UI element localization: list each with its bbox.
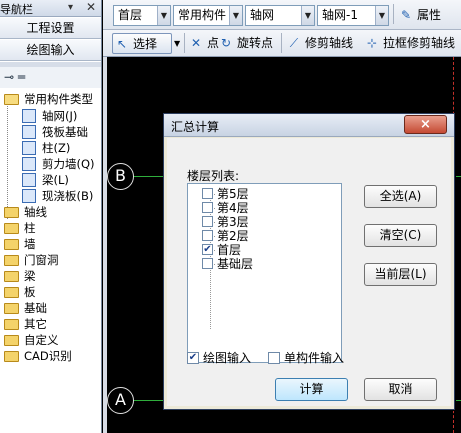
drawing-input-checkbox[interactable]: ✔ 绘图输入 bbox=[187, 351, 267, 366]
chevron-down-icon[interactable]: ▼ bbox=[301, 6, 314, 25]
nav-title-bar: 导航栏 ▾ ✕ bbox=[0, 0, 101, 17]
tree-view-icon[interactable]: ⊸ ═ bbox=[4, 70, 25, 84]
point-icon: ✕ bbox=[190, 36, 202, 50]
floor-checkbox[interactable] bbox=[202, 230, 213, 241]
slab-icon bbox=[22, 189, 36, 203]
edit-toolbar: ↖ 选择 ▼ ✕ 点 ↻ 旋转点 ⟋ 修剪轴线 ⊹ 拉框修剪轴线 bbox=[103, 30, 461, 57]
select-all-button[interactable]: 全选(A) bbox=[364, 185, 437, 208]
folder-icon bbox=[4, 319, 19, 330]
tree-folder-axis[interactable]: 轴线 bbox=[2, 204, 101, 220]
chevron-down-icon[interactable]: ▼ bbox=[174, 33, 180, 54]
component-select[interactable]: 轴网 ▼ bbox=[245, 5, 315, 26]
tree-item-grid[interactable]: 轴网(J) bbox=[22, 108, 101, 124]
current-floor-button[interactable]: 当前层(L) bbox=[364, 263, 437, 286]
dialog-body: 楼层列表: 第5层 第4层 第3层 第2层 ✔ 首层 基础层 全选(A) 清空(… bbox=[167, 138, 451, 406]
folder-icon bbox=[4, 223, 19, 234]
folder-icon bbox=[4, 239, 19, 250]
toolbar-separator bbox=[184, 33, 185, 53]
trim-axis-button[interactable]: ⟋ 修剪轴线 bbox=[287, 33, 359, 54]
close-icon[interactable]: ✕ bbox=[86, 0, 96, 14]
floor-list-label: 楼层列表: bbox=[187, 169, 240, 183]
floor-checkbox[interactable] bbox=[202, 188, 213, 199]
tree-folder-custom[interactable]: 自定义 bbox=[2, 332, 101, 348]
properties-button[interactable]: ✎ 属性 bbox=[399, 5, 459, 26]
tree-item-column[interactable]: 柱(Z) bbox=[22, 140, 101, 156]
folder-icon bbox=[4, 335, 19, 346]
calculate-button[interactable]: 计算 bbox=[275, 378, 348, 401]
tree-folder-foundation[interactable]: 基础 bbox=[2, 300, 101, 316]
folder-icon bbox=[4, 287, 19, 298]
tree-folder-column[interactable]: 柱 bbox=[2, 220, 101, 236]
navigation-panel: 导航栏 ▾ ✕ 工程设置 绘图输入 ⊸ ═ 常用构件类型 轴网(J) 筏板基础 … bbox=[0, 0, 102, 433]
chevron-down-icon[interactable]: ▼ bbox=[229, 6, 242, 25]
tree-folder-openings[interactable]: 门窗洞 bbox=[2, 252, 101, 268]
tree-item-beam[interactable]: 梁(L) bbox=[22, 172, 101, 188]
clear-button[interactable]: 清空(C) bbox=[364, 224, 437, 247]
pin-icon[interactable]: ▾ bbox=[68, 2, 73, 13]
box-trim-axis-button[interactable]: ⊹ 拉框修剪轴线 bbox=[365, 33, 459, 54]
floor-select-value: 首层 bbox=[118, 8, 143, 22]
beam-icon bbox=[22, 173, 36, 187]
folder-icon bbox=[4, 303, 19, 314]
toolbar-separator bbox=[281, 33, 282, 53]
project-settings-button[interactable]: 工程设置 bbox=[0, 18, 101, 39]
folder-open-icon bbox=[4, 94, 19, 105]
tree-item-slab[interactable]: 现浇板(B) bbox=[22, 188, 101, 204]
nav-title: 导航栏 bbox=[0, 3, 33, 16]
nav-toolbar: ⊸ ═ bbox=[0, 67, 101, 88]
floor-checkbox[interactable] bbox=[202, 202, 213, 213]
raft-foundation-icon bbox=[22, 125, 36, 139]
chevron-down-icon[interactable]: ▼ bbox=[375, 6, 388, 25]
tree-line bbox=[7, 99, 8, 219]
cursor-icon: ↖ bbox=[116, 37, 128, 51]
trim-icon: ⟋ bbox=[289, 36, 299, 50]
tree-folder-cad[interactable]: CAD识别 bbox=[2, 348, 101, 364]
floor-checkbox[interactable] bbox=[202, 216, 213, 227]
rotate-icon: ↻ bbox=[220, 36, 232, 50]
folder-icon bbox=[4, 351, 19, 362]
component-value: 轴网 bbox=[250, 8, 275, 22]
component-type-value: 常用构件 bbox=[178, 8, 227, 22]
tree-folder-other[interactable]: 其它 bbox=[2, 316, 101, 332]
properties-icon: ✎ bbox=[400, 8, 412, 22]
dialog-close-button[interactable]: × bbox=[404, 115, 447, 134]
grid-value: 轴网-1 bbox=[322, 8, 358, 22]
folder-icon bbox=[4, 255, 19, 266]
dialog-title-bar: 汇总计算 × bbox=[164, 114, 454, 137]
floor-checkbox-checked[interactable]: ✔ bbox=[202, 244, 213, 255]
axis-label-b: B bbox=[107, 163, 134, 190]
select-button[interactable]: ↖ 选择 bbox=[112, 33, 172, 54]
cancel-button[interactable]: 取消 bbox=[364, 378, 437, 401]
dialog-title: 汇总计算 bbox=[171, 120, 220, 134]
column-icon bbox=[22, 141, 36, 155]
tree-item-shear-wall[interactable]: 剪力墙(Q) bbox=[22, 156, 101, 172]
grid-icon bbox=[22, 109, 36, 123]
folder-icon bbox=[4, 207, 19, 218]
tree-folder-wall[interactable]: 墙 bbox=[2, 236, 101, 252]
component-toolbar: 首层 ▼ 常用构件 ▼ 轴网 ▼ 轴网-1 ▼ ✎ 属性 bbox=[103, 0, 461, 30]
toolbar-separator bbox=[393, 4, 394, 24]
rotate-point-button[interactable]: ↻ 旋转点 bbox=[219, 33, 277, 54]
summary-dialog: 汇总计算 × 楼层列表: 第5层 第4层 第3层 第2层 ✔ 首层 基础层 全选… bbox=[163, 113, 455, 410]
tree-root[interactable]: 常用构件类型 bbox=[2, 91, 101, 107]
drawing-input-button[interactable]: 绘图输入 bbox=[0, 40, 101, 61]
axis-label-a: A bbox=[107, 387, 134, 414]
box-trim-icon: ⊹ bbox=[366, 36, 378, 50]
single-component-checkbox[interactable]: 单构件输入 bbox=[268, 351, 368, 366]
shear-wall-icon bbox=[22, 157, 36, 171]
floor-checkbox[interactable] bbox=[202, 258, 213, 269]
tree-folder-slab[interactable]: 板 bbox=[2, 284, 101, 300]
floor-list[interactable]: 第5层 第4层 第3层 第2层 ✔ 首层 基础层 bbox=[187, 183, 342, 363]
tree-item-raft[interactable]: 筏板基础 bbox=[22, 124, 101, 140]
grid-select[interactable]: 轴网-1 ▼ bbox=[317, 5, 389, 26]
canvas-edge bbox=[103, 57, 107, 433]
checkbox-checked-icon[interactable]: ✔ bbox=[187, 352, 199, 364]
chevron-down-icon[interactable]: ▼ bbox=[157, 6, 170, 25]
folder-icon bbox=[4, 271, 19, 282]
component-type-select[interactable]: 常用构件 ▼ bbox=[173, 5, 243, 26]
floor-select[interactable]: 首层 ▼ bbox=[113, 5, 171, 26]
point-button[interactable]: ✕ 点 bbox=[189, 33, 221, 54]
checkbox-icon[interactable] bbox=[268, 352, 280, 364]
tree-folder-beam[interactable]: 梁 bbox=[2, 268, 101, 284]
